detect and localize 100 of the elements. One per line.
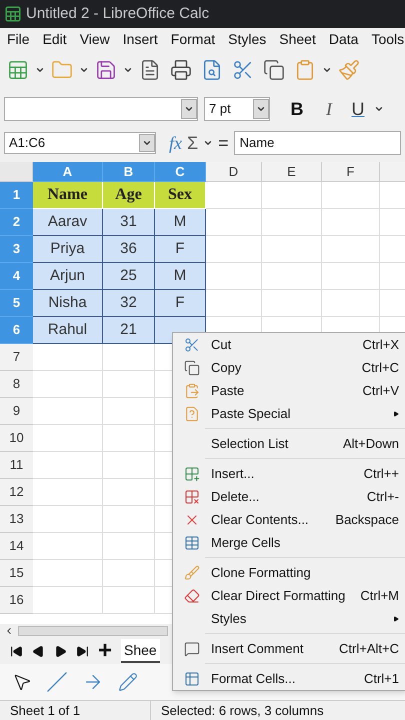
table-cell — [322, 236, 380, 263]
menu-item[interactable]: Styles — [228, 28, 266, 50]
table-cell: M — [155, 209, 206, 236]
menu-item[interactable]: Paste Special — [173, 402, 405, 425]
table-cell: 32 — [103, 290, 155, 317]
scrollbar-thumb[interactable] — [18, 626, 168, 636]
menu-item[interactable]: Paste Ctrl+V — [173, 379, 405, 402]
sheet-tab[interactable]: Shee — [121, 639, 160, 663]
table-settings-icon — [184, 670, 200, 686]
underline-button[interactable]: U — [348, 96, 368, 122]
menu-item[interactable]: Insert — [122, 28, 158, 50]
pointer-icon[interactable] — [12, 672, 32, 692]
row-header[interactable]: 9 — [0, 398, 33, 425]
name-box[interactable]: A1:C6 — [4, 132, 156, 154]
font-size-field[interactable]: 7 pt — [204, 97, 270, 121]
table-cell — [33, 560, 103, 587]
menu-item[interactable]: Format — [170, 28, 216, 50]
italic-button[interactable]: I — [316, 96, 342, 122]
menu-item[interactable]: Insert Comment Ctrl+Alt+C — [173, 637, 405, 660]
sum-button[interactable]: Σ — [187, 130, 198, 156]
dropdown-caret-icon[interactable] — [79, 65, 89, 75]
dropdown-caret-icon[interactable] — [123, 65, 133, 75]
table-cell — [33, 452, 103, 479]
status-text: Selected: 6 rows, 3 columns — [150, 700, 324, 720]
table-cell: F — [155, 290, 206, 317]
function-wizard-button[interactable]: fx — [169, 130, 182, 156]
table-cell — [33, 344, 103, 371]
table-cell — [206, 209, 262, 236]
menu-item[interactable]: Insert... Ctrl++ — [173, 462, 405, 485]
spreadsheet-icon — [4, 5, 22, 23]
menu-item[interactable]: Copy Ctrl+C — [173, 356, 405, 379]
menu-item[interactable]: File — [7, 28, 30, 50]
delete-cells-icon — [184, 488, 200, 504]
menu-item[interactable]: Tools — [371, 28, 404, 50]
formula-input[interactable]: Name — [234, 131, 401, 155]
row-header[interactable]: 14 — [0, 533, 33, 560]
menu-item[interactable]: Sheet — [279, 28, 316, 50]
menu-item[interactable]: Clear Direct Formatting Ctrl+M — [173, 584, 405, 607]
table-cell: Age — [103, 182, 155, 209]
table-cell: F — [155, 236, 206, 263]
table-cell: Sex — [155, 182, 206, 209]
row-header[interactable]: 10 — [0, 425, 33, 452]
menu-item[interactable]: Merge Cells — [173, 531, 405, 554]
dropdown-caret-icon[interactable] — [142, 138, 152, 148]
table-cell — [262, 209, 322, 236]
scissors-icon — [184, 336, 200, 352]
menu-item[interactable]: Delete... Ctrl+- — [173, 485, 405, 508]
dropdown-caret-icon[interactable] — [374, 104, 384, 114]
table-cell — [33, 533, 103, 560]
table-cell: Aarav — [33, 209, 103, 236]
formula-button[interactable]: = — [218, 130, 229, 156]
table-cell — [206, 236, 262, 263]
column-header[interactable]: D — [206, 162, 262, 182]
table-cell: M — [155, 263, 206, 290]
column-header[interactable]: E — [262, 162, 322, 182]
row-header[interactable]: 11 — [0, 452, 33, 479]
bold-button[interactable]: B — [284, 96, 310, 122]
table-cell: Priya — [33, 236, 103, 263]
menu-item[interactable]: Clone Formatting — [173, 561, 405, 584]
previous-sheet-icon[interactable] — [32, 644, 45, 658]
next-sheet-icon[interactable] — [54, 644, 67, 658]
brush-icon — [184, 564, 200, 580]
table-cell — [33, 506, 103, 533]
pencil-icon[interactable] — [118, 672, 138, 692]
first-sheet-icon[interactable] — [10, 644, 23, 658]
dropdown-caret-icon[interactable] — [35, 65, 45, 75]
table-cell — [33, 425, 103, 452]
row-header[interactable]: 16 — [0, 587, 33, 614]
menu-item[interactable]: Selection List Alt+Down — [173, 432, 405, 455]
table-cell: Rahul — [33, 317, 103, 344]
eraser-icon — [184, 588, 200, 604]
menu-item[interactable]: Styles — [173, 607, 405, 630]
menu-item[interactable]: View — [80, 28, 110, 50]
paste-icon — [184, 382, 200, 398]
row-header[interactable]: 12 — [0, 479, 33, 506]
dropdown-caret-icon[interactable] — [256, 104, 266, 114]
column-header[interactable]: F — [322, 162, 380, 182]
clipboard-question-icon — [184, 406, 200, 422]
table-cell — [33, 479, 103, 506]
row-header[interactable]: 13 — [0, 506, 33, 533]
table-cell — [33, 398, 103, 425]
menu-item[interactable]: Edit — [42, 28, 67, 50]
submenu-arrow-icon — [393, 410, 399, 416]
merge-cells-icon — [184, 534, 200, 550]
menu-item[interactable]: Data — [328, 28, 358, 50]
dropdown-caret-icon[interactable] — [322, 65, 332, 75]
dropdown-caret-icon[interactable] — [203, 138, 214, 148]
font-name-field[interactable] — [4, 97, 198, 121]
dropdown-caret-icon[interactable] — [184, 104, 194, 114]
window-title: Untitled 2 - LibreOffice Calc — [26, 4, 210, 24]
last-sheet-icon[interactable] — [76, 644, 89, 658]
add-sheet-button[interactable]: + — [98, 639, 112, 663]
row-header[interactable]: 8 — [0, 371, 33, 398]
row-header[interactable]: 7 — [0, 344, 33, 371]
submenu-arrow-icon — [393, 616, 399, 622]
line-icon[interactable] — [46, 671, 68, 693]
menu-item[interactable]: Cut Ctrl+X — [173, 333, 405, 356]
menu-item[interactable]: Clear Contents... Backspace — [173, 508, 405, 531]
table-cell — [33, 587, 103, 614]
row-header[interactable]: 15 — [0, 560, 33, 587]
